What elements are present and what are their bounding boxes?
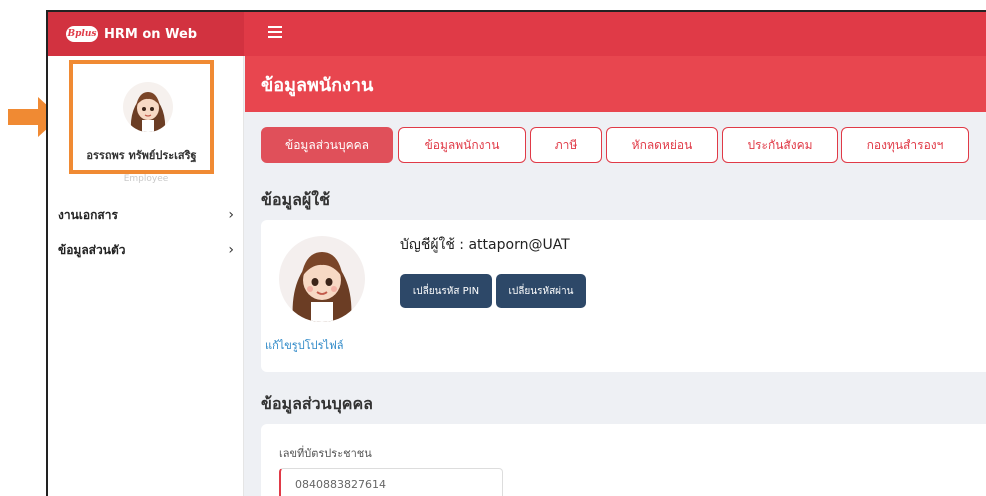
sidebar: อรรถพร ทรัพย์ประเสริฐ Employee งานเอกสาร…: [48, 56, 244, 496]
change-pin-button[interactable]: เปลี่ยนรหัส PIN: [400, 274, 492, 308]
chevron-right-icon: ›: [228, 242, 234, 258]
user-info-card: แก้ไขรูปโปรไฟล์ บัญชีผู้ใช้ : attaporn@U…: [261, 220, 986, 372]
personal-section-title: ข้อมูลส่วนบุคคล: [261, 394, 373, 413]
profile-photo: [279, 236, 365, 322]
avatar[interactable]: [123, 82, 173, 132]
profile-highlight-box: อรรถพร ทรัพย์ประเสริฐ: [69, 60, 214, 174]
page-title: ข้อมูลพนักงาน: [261, 75, 374, 96]
sidebar-item-documents[interactable]: งานเอกสาร ›: [58, 205, 234, 225]
personal-info-card: เลขที่บัตรประชาชน 0840883827614: [261, 424, 986, 496]
tab-social-security[interactable]: ประกันสังคม: [722, 127, 838, 163]
brand-logo: Bplus: [66, 26, 98, 42]
brand[interactable]: Bplus HRM on Web: [48, 12, 244, 56]
user-role: Employee: [123, 174, 169, 184]
app-window: Bplus HRM on Web อรรถพร ทรัพย์ประเสริฐ E…: [46, 10, 986, 496]
sidebar-item-personal-info[interactable]: ข้อมูลส่วนตัว ›: [58, 240, 234, 260]
page-header: ข้อมูลพนักงาน: [245, 56, 986, 112]
edit-profile-photo-link[interactable]: แก้ไขรูปโปรไฟล์: [265, 336, 344, 354]
user-section-title: ข้อมูลผู้ใช้: [261, 190, 330, 209]
tab-employee-info[interactable]: ข้อมูลพนักงาน: [398, 127, 526, 163]
hamburger-menu-icon[interactable]: [268, 26, 282, 40]
account-label: บัญชีผู้ใช้ : attaporn@UAT: [400, 237, 570, 253]
avatar-image: [130, 92, 166, 132]
tab-personal-info[interactable]: ข้อมูลส่วนบุคคล: [261, 127, 393, 163]
brand-name: HRM on Web: [104, 26, 198, 42]
tab-tax[interactable]: ภาษี: [530, 127, 602, 163]
tab-deductions[interactable]: หักลดหย่อน: [606, 127, 718, 163]
user-name: อรรถพร ทรัพย์ประเสริฐ: [86, 149, 197, 162]
top-bar: Bplus HRM on Web: [48, 12, 986, 56]
chevron-right-icon: ›: [228, 207, 234, 223]
change-password-button[interactable]: เปลี่ยนรหัสผ่าน: [496, 274, 586, 308]
tab-provident-fund[interactable]: กองทุนสำรองฯ: [841, 127, 969, 163]
sidebar-item-label: ข้อมูลส่วนตัว: [58, 242, 126, 257]
id-card-field[interactable]: 0840883827614: [279, 468, 503, 496]
profile-photo-image: [292, 252, 352, 322]
id-card-label: เลขที่บัตรประชาชน: [279, 447, 372, 460]
sidebar-item-label: งานเอกสาร: [58, 207, 118, 222]
main-content: ข้อมูลพนักงาน ข้อมูลส่วนบุคคล ข้อมูลพนัก…: [245, 56, 986, 496]
